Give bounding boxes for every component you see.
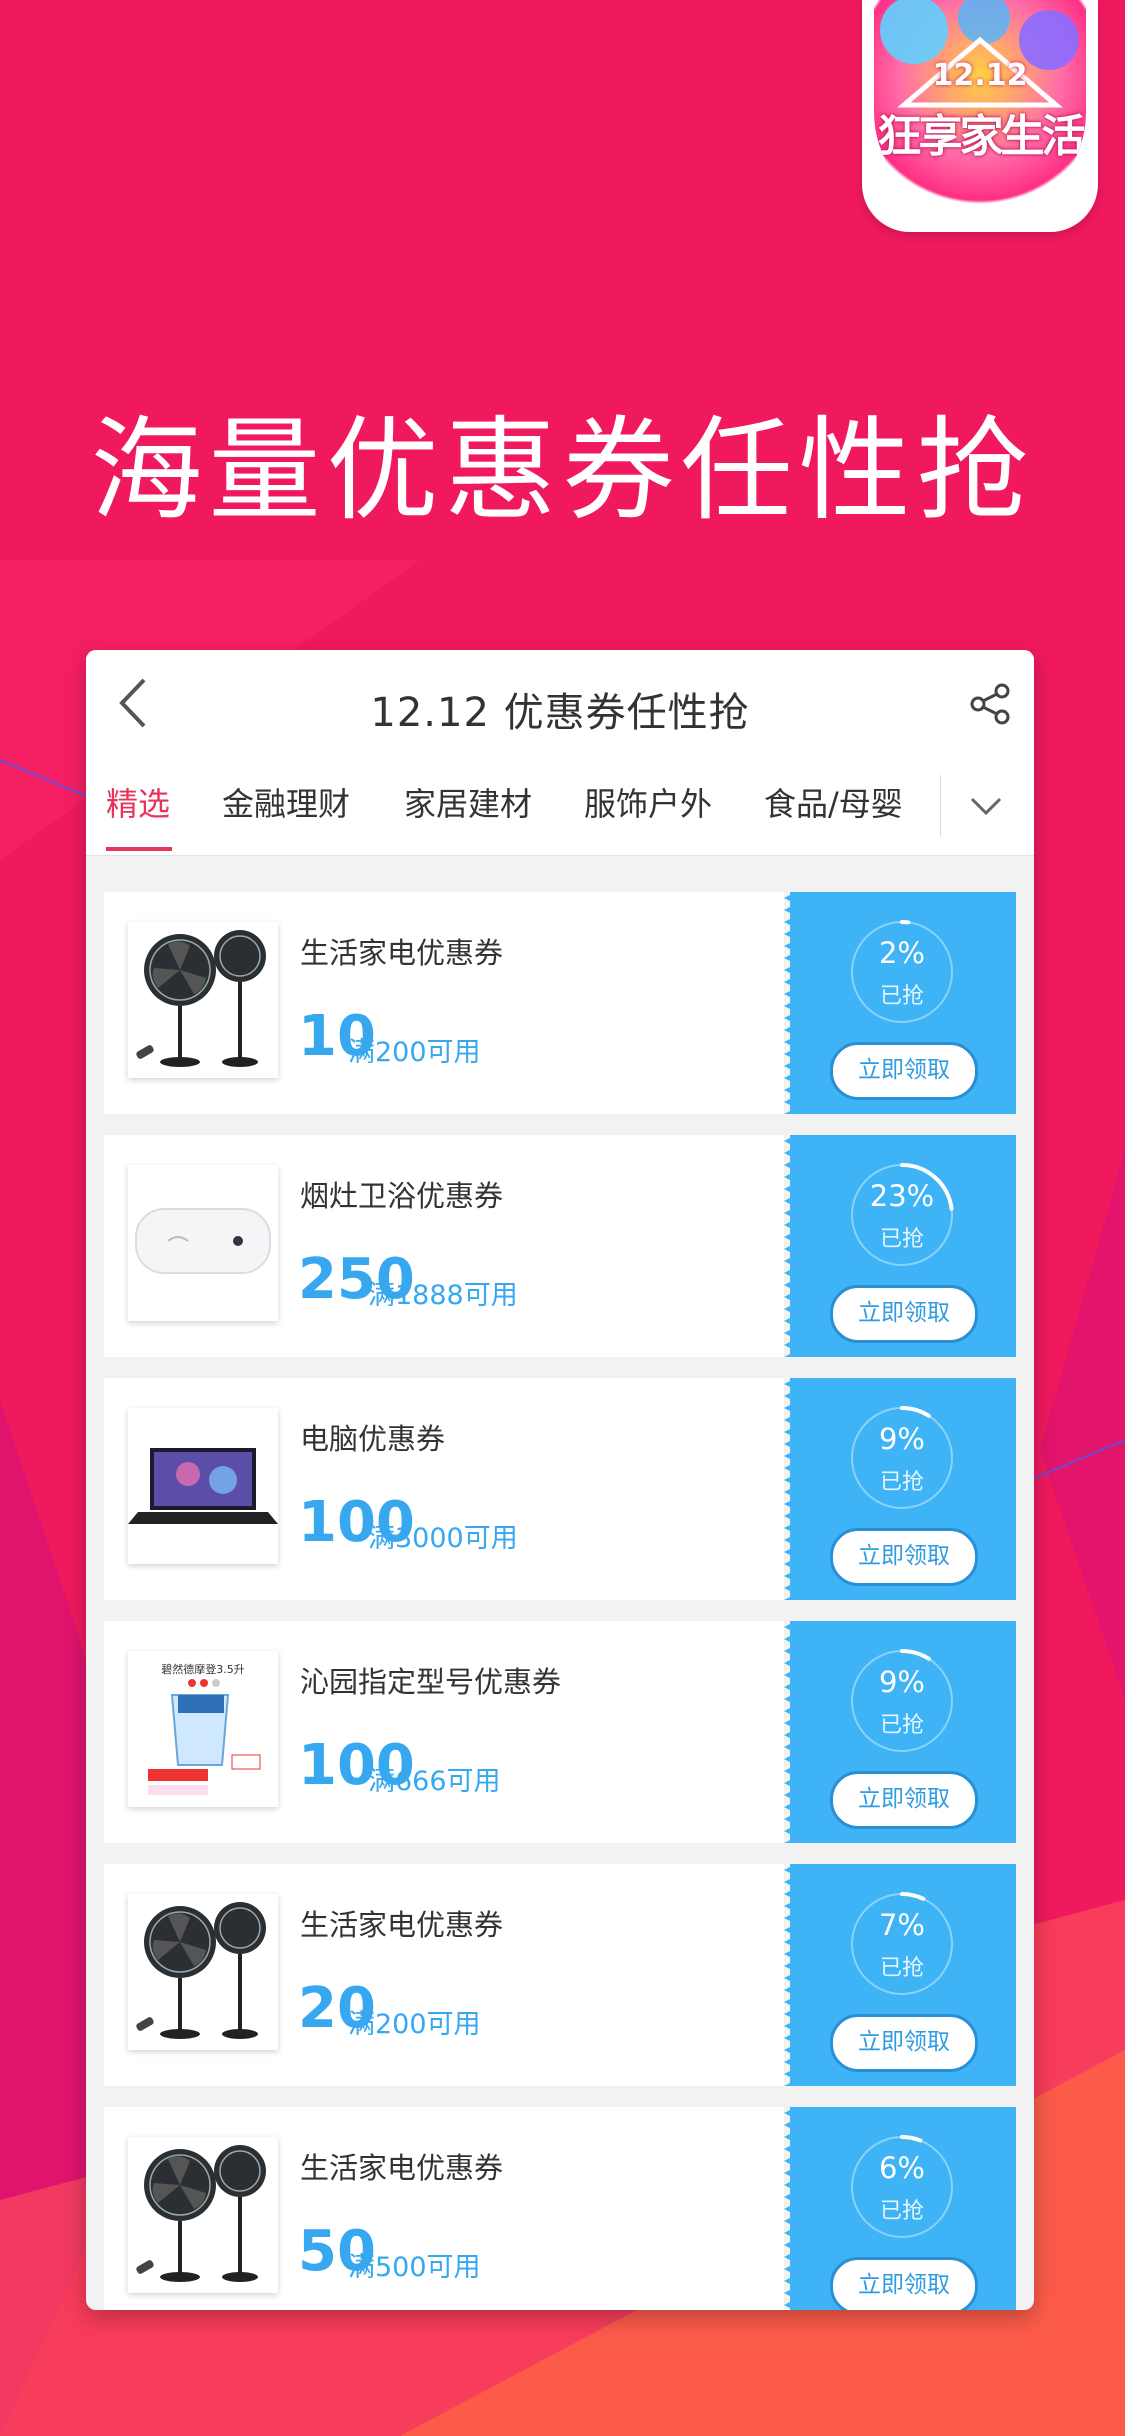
- coupon-condition: 满1888可用: [368, 1280, 518, 1311]
- coupon-info: 电脑优惠券 100 满3000可用: [104, 1378, 784, 1600]
- coupon-card: 生活家电优惠券 50 满500可用 6% 已抢 立即领取: [104, 2107, 1016, 2310]
- festival-badge: 12.12 狂享家生活: [862, 0, 1098, 232]
- coupon-info: 生活家电优惠券 10 满200可用: [104, 892, 784, 1114]
- perforated-edge: [784, 1135, 796, 1357]
- coupon-title: 生活家电优惠券: [300, 2151, 504, 2185]
- coupon-list: 生活家电优惠券 10 满200可用 2% 已抢 立即领取 烟灶卫浴优惠券 250…: [104, 892, 1016, 2310]
- grabbed-percent: 9%: [878, 1665, 925, 1699]
- coupon-claim-panel: 6% 已抢 立即领取: [784, 2107, 1016, 2310]
- coupon-title: 沁园指定型号优惠券: [300, 1665, 562, 1699]
- fan-icon: [128, 2137, 278, 2293]
- badge-year: 12.12: [932, 58, 1028, 93]
- coupon-info: 生活家电优惠券 20 满200可用: [104, 1864, 784, 2086]
- coupon-card: 碧然德摩登3.5升 沁园指定型号优惠券 100 满666可用 9% 已抢 立即领…: [104, 1621, 1016, 1843]
- chevron-down-icon[interactable]: [966, 789, 1006, 823]
- coupon-condition: 满666可用: [368, 1766, 501, 1797]
- claim-button[interactable]: 立即领取: [830, 2014, 978, 2072]
- coupon-card: 生活家电优惠券 20 满200可用 7% 已抢 立即领取: [104, 1864, 1016, 2086]
- coupon-card: 电脑优惠券 100 满3000可用 9% 已抢 立即领取: [104, 1378, 1016, 1600]
- water-heater-icon: [128, 1165, 278, 1321]
- perforated-edge: [784, 892, 796, 1114]
- coupon-claim-panel: 9% 已抢 立即领取: [784, 1621, 1016, 1843]
- grabbed-percent: 2%: [878, 936, 925, 970]
- coupon-card: 烟灶卫浴优惠券 250 满1888可用 23% 已抢 立即领取: [104, 1135, 1016, 1357]
- nav-bar: 12.12 优惠券任性抢: [86, 650, 1034, 756]
- progress-ring: [851, 2135, 953, 2238]
- category-tabs: 精选 金融理财 家居建材 服饰户外 食品/母婴: [86, 755, 1034, 856]
- coupon-title: 烟灶卫浴优惠券: [300, 1179, 504, 1213]
- tab-featured[interactable]: 精选: [106, 779, 170, 825]
- tab-apparel-outdoor[interactable]: 服饰户外: [584, 779, 712, 825]
- app-screen: 12.12 优惠券任性抢 精选 金融理财 家居建材 服饰户外 食品/母婴 生活家…: [86, 650, 1034, 2310]
- perforated-edge: [784, 1378, 796, 1600]
- coupon-claim-panel: 9% 已抢 立即领取: [784, 1378, 1016, 1600]
- claim-button[interactable]: 立即领取: [830, 1771, 978, 1829]
- tab-food-baby[interactable]: 食品/母婴: [764, 779, 903, 825]
- coupon-condition: 满200可用: [348, 1037, 481, 1068]
- coupon-card: 生活家电优惠券 10 满200可用 2% 已抢 立即领取: [104, 892, 1016, 1114]
- badge-title: 狂享家生活: [877, 111, 1086, 162]
- coupon-claim-panel: 2% 已抢 立即领取: [784, 892, 1016, 1114]
- tab-finance[interactable]: 金融理财: [222, 779, 350, 825]
- coupon-claim-panel: 23% 已抢 立即领取: [784, 1135, 1016, 1357]
- progress-ring: [851, 919, 953, 1023]
- grabbed-label: 已抢: [879, 1470, 924, 1495]
- laptop-icon: [128, 1408, 278, 1564]
- claim-button[interactable]: 立即领取: [830, 1042, 978, 1100]
- coupon-claim-panel: 7% 已抢 立即领取: [784, 1864, 1016, 2086]
- coupon-info: 生活家电优惠券 50 满500可用: [104, 2107, 784, 2310]
- coupon-info: 烟灶卫浴优惠券 250 满1888可用: [104, 1135, 784, 1357]
- progress-ring: [851, 1163, 954, 1266]
- perforated-edge: [784, 2107, 796, 2310]
- page-title: 12.12 优惠券任性抢: [370, 690, 750, 736]
- claim-button[interactable]: 立即领取: [830, 2257, 978, 2310]
- active-tab-indicator: [106, 847, 172, 851]
- share-icon[interactable]: [968, 682, 1012, 726]
- perforated-edge: [784, 1864, 796, 2086]
- progress-ring: [851, 1406, 953, 1509]
- claim-button[interactable]: 立即领取: [830, 1528, 978, 1586]
- tab-home-building[interactable]: 家居建材: [404, 779, 532, 825]
- hero-title: 海量优惠券任性抢: [90, 406, 1035, 536]
- grabbed-label: 已抢: [879, 1956, 924, 1981]
- water-pitcher-icon: 碧然德摩登3.5升: [128, 1651, 278, 1807]
- grabbed-percent: 23%: [869, 1179, 935, 1213]
- progress-ring: [851, 1892, 953, 1995]
- fan-icon: [128, 922, 278, 1078]
- coupon-title: 生活家电优惠券: [300, 1908, 504, 1942]
- grabbed-percent: 9%: [878, 1422, 925, 1456]
- grabbed-percent: 7%: [878, 1908, 925, 1942]
- grabbed-label: 已抢: [879, 2199, 924, 2224]
- claim-button[interactable]: 立即领取: [830, 1285, 978, 1343]
- perforated-edge: [784, 1621, 796, 1843]
- progress-ring: [851, 1649, 953, 1752]
- coupon-info: 碧然德摩登3.5升 沁园指定型号优惠券 100 满666可用: [104, 1621, 784, 1843]
- coupon-condition: 满3000可用: [368, 1523, 518, 1554]
- coupon-title: 生活家电优惠券: [300, 936, 504, 970]
- grabbed-percent: 6%: [878, 2151, 925, 2185]
- grabbed-label: 已抢: [879, 984, 924, 1009]
- coupon-condition: 满200可用: [348, 2009, 481, 2040]
- coupon-title: 电脑优惠券: [300, 1422, 446, 1456]
- tab-divider: [940, 775, 941, 837]
- coupon-condition: 满500可用: [348, 2252, 481, 2283]
- pitcher-caption: 碧然德摩登3.5升: [161, 1662, 245, 1676]
- grabbed-label: 已抢: [879, 1713, 924, 1738]
- grabbed-label: 已抢: [879, 1227, 924, 1252]
- fan-icon: [128, 1894, 278, 2050]
